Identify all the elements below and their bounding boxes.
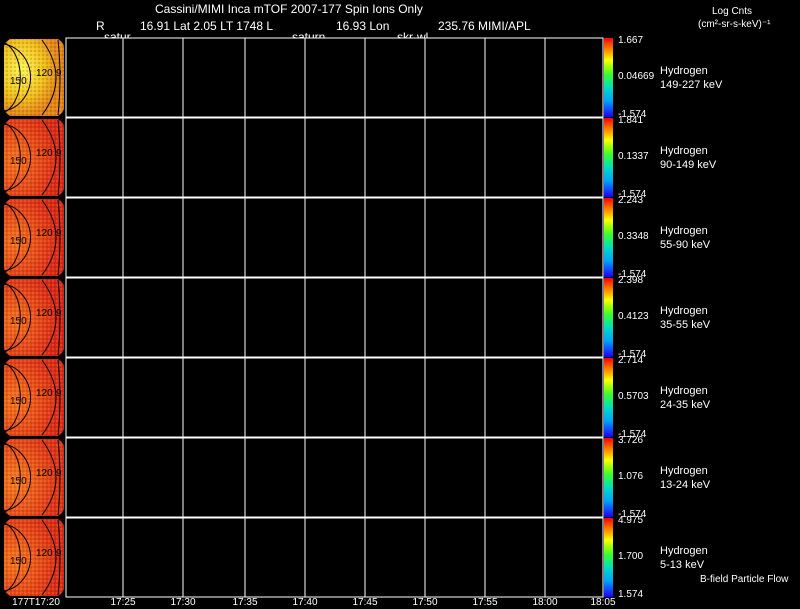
species-label: Hydrogen — [660, 305, 708, 317]
x-tick-label: 17:35 — [232, 597, 258, 608]
angular-image: 150 120 9 — [1, 359, 64, 436]
panel-frame — [65, 37, 604, 118]
contour-label: 150 — [10, 156, 27, 167]
contour-label: 120 — [36, 68, 53, 79]
panel-4: 150 120 9 — [1, 277, 613, 358]
contour-label: 150 — [10, 316, 27, 327]
species-label: Hydrogen — [660, 225, 708, 237]
contour-label: 9 — [56, 548, 62, 559]
contour-label: 9 — [56, 68, 62, 79]
contour-label: 120 — [36, 468, 53, 479]
colorbar-mid: 0.4123 — [618, 311, 649, 322]
angular-image: 150 120 9 — [1, 39, 64, 116]
panel-5: 150 120 9 — [1, 357, 613, 438]
angular-image: 150 120 9 — [1, 199, 64, 276]
colorbar-max: 1.667 — [618, 35, 644, 46]
energy-label: 35-55 keV — [660, 319, 711, 331]
contour-label: 120 — [36, 228, 53, 239]
x-tick-label: 17:40 — [292, 597, 318, 608]
colorbar-min: 1.574 — [618, 589, 644, 600]
angular-image: 150 120 9 — [1, 119, 64, 196]
contour-label: 9 — [56, 388, 62, 399]
angular-image: 150 120 9 — [1, 519, 64, 596]
species-label: Hydrogen — [660, 145, 708, 157]
contour-label: 9 — [56, 308, 62, 319]
colorbar-max: 4.975 — [618, 515, 644, 526]
panel-frame — [65, 277, 604, 358]
colorbar — [604, 278, 613, 357]
x-tick-label: 177T17:20 — [12, 597, 60, 608]
energy-label: 24-35 keV — [660, 399, 711, 411]
colorbar-max: 1.841 — [618, 115, 644, 126]
colorbar — [604, 198, 613, 277]
panel-2: 150 120 9 — [1, 117, 613, 198]
energy-label: 149-227 keV — [660, 79, 723, 91]
energy-label: 55-90 keV — [660, 239, 711, 251]
colorbar — [604, 358, 613, 437]
x-tick-label: 18:05 — [590, 597, 616, 608]
species-label: Hydrogen — [660, 385, 708, 397]
panel-frame — [65, 117, 604, 198]
colorbar-mid: 1.700 — [618, 551, 644, 562]
x-tick-label: 17:50 — [412, 597, 438, 608]
colorbar-max: 2.243 — [618, 195, 644, 206]
energy-label: 13-24 keV — [660, 479, 711, 491]
angular-image: 150 120 9 — [1, 279, 64, 356]
panel-frame — [65, 437, 604, 518]
contour-label: 9 — [56, 148, 62, 159]
colorbar-max: 2.714 — [618, 355, 644, 366]
panel-7: 150 120 9 — [1, 517, 613, 598]
species-label: Hydrogen — [660, 545, 708, 557]
species-label: Hydrogen — [660, 65, 708, 77]
x-tick-label: 18:00 — [532, 597, 558, 608]
colorbar-mid: 0.5703 — [618, 391, 649, 402]
species-label: Hydrogen — [660, 465, 708, 477]
x-tick-label: 17:45 — [352, 597, 378, 608]
bfield-label: B-field Particle Flow — [700, 574, 789, 585]
colorbar-max: 3.726 — [618, 435, 644, 446]
contour-label: 9 — [56, 468, 62, 479]
panel-frame — [65, 357, 604, 438]
panel-frame — [65, 197, 604, 278]
colorbar — [604, 38, 613, 117]
colorbar — [604, 438, 613, 517]
colorbar-mid: 0.3348 — [618, 231, 649, 242]
energy-label: 90-149 keV — [660, 159, 717, 171]
energy-label: 5-13 keV — [660, 559, 705, 571]
contour-label: 120 — [36, 388, 53, 399]
contour-label: 120 — [36, 548, 53, 559]
colorbar-mid: 0.04669 — [618, 71, 655, 82]
x-tick-label: 17:55 — [472, 597, 498, 608]
colorbar — [604, 118, 613, 197]
contour-label: 150 — [10, 476, 27, 487]
contour-label: 120 — [36, 308, 53, 319]
panel-1: 150 120 9 — [1, 37, 613, 118]
panel-3: 150 120 9 — [1, 197, 613, 278]
contour-label: 9 — [56, 228, 62, 239]
colorbar-max: 2.398 — [618, 275, 644, 286]
colorbar-mid: 1.076 — [618, 471, 644, 482]
contour-label: 150 — [10, 76, 27, 87]
contour-label: 150 — [10, 556, 27, 567]
colorbar-mid: 0.1337 — [618, 151, 649, 162]
contour-label: 150 — [10, 236, 27, 247]
contour-label: 120 — [36, 148, 53, 159]
angular-image: 150 120 9 — [1, 439, 64, 516]
x-tick-label: 17:25 — [110, 597, 136, 608]
panel-6: 150 120 9 — [1, 437, 613, 518]
contour-label: 150 — [10, 396, 27, 407]
x-tick-label: 17:30 — [170, 597, 196, 608]
colorbar — [604, 518, 613, 597]
panel-frame — [65, 517, 604, 598]
